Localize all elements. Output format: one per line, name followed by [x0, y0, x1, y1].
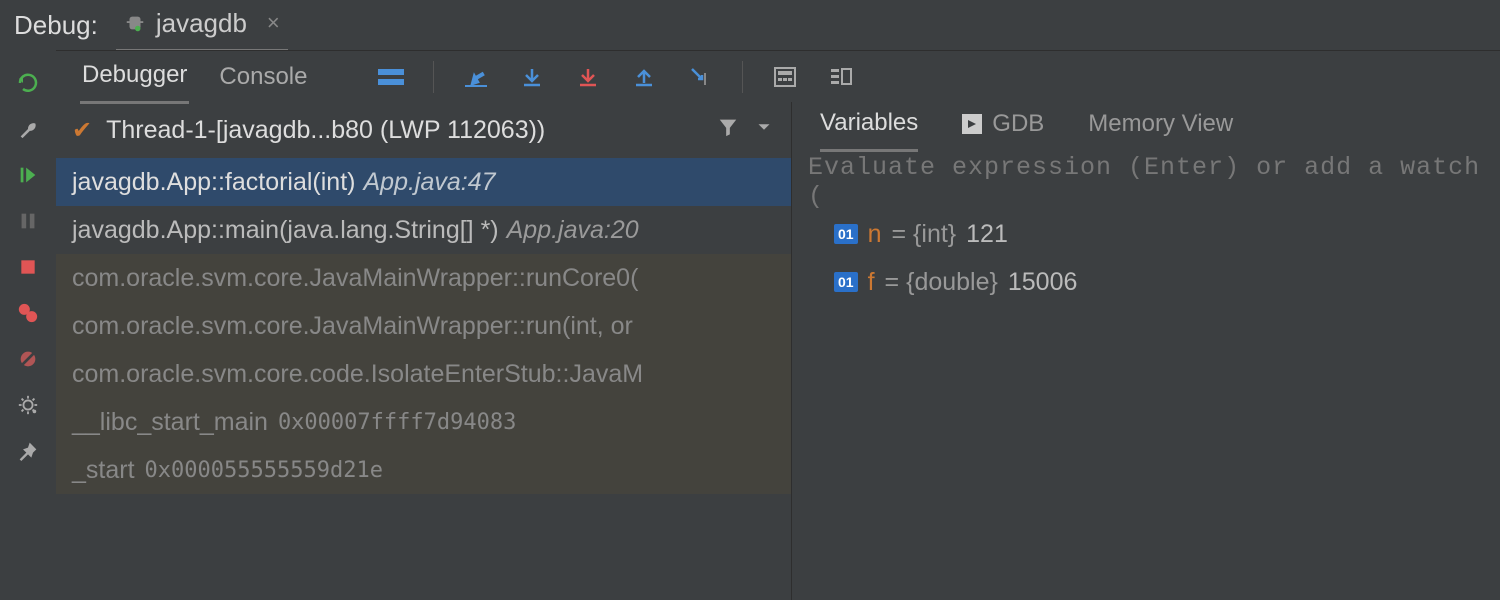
- step-into-icon[interactable]: [574, 63, 602, 91]
- run-config-tab[interactable]: javagdb ×: [116, 0, 288, 51]
- variable-row[interactable]: 01 f = {double} 15006: [792, 258, 1500, 306]
- primitive-badge-icon: 01: [834, 224, 858, 244]
- run-to-cursor-icon[interactable]: [686, 63, 714, 91]
- tab-variables[interactable]: Variables: [820, 109, 918, 152]
- rerun-icon[interactable]: [15, 70, 41, 96]
- settings-icon[interactable]: [15, 392, 41, 418]
- stack-frame[interactable]: javagdb.App::factorial(int)App.java:47: [56, 158, 791, 206]
- show-execution-point-icon[interactable]: [462, 63, 490, 91]
- tab-console[interactable]: Console: [217, 51, 309, 103]
- pause-icon[interactable]: [15, 208, 41, 234]
- stack-frame[interactable]: _start0x000055555559d21e: [56, 446, 791, 494]
- layout-icon[interactable]: [377, 63, 405, 91]
- tab-debugger[interactable]: Debugger: [80, 49, 189, 104]
- chevron-down-icon[interactable]: [753, 116, 775, 144]
- evaluate-icon[interactable]: [771, 63, 799, 91]
- tab-memory-view[interactable]: Memory View: [1088, 110, 1233, 150]
- stack-frame[interactable]: com.oracle.svm.core.JavaMainWrapper::run…: [56, 302, 791, 350]
- evaluate-input[interactable]: Evaluate expression (Enter) or add a wat…: [792, 158, 1500, 206]
- primitive-badge-icon: 01: [834, 272, 858, 292]
- run-config-name: javagdb: [156, 8, 247, 39]
- variables-panel: Variables GDB Memory View Evaluate expre…: [791, 102, 1500, 600]
- variable-row[interactable]: 01 n = {int} 121: [792, 210, 1500, 258]
- step-over-icon[interactable]: [518, 63, 546, 91]
- bug-icon: [124, 12, 146, 34]
- thread-selector[interactable]: ✔ Thread-1-[javagdb...b80 (LWP 112063)): [56, 102, 791, 158]
- pin-icon[interactable]: [15, 438, 41, 464]
- frames-panel: ✔ Thread-1-[javagdb...b80 (LWP 112063)) …: [56, 102, 791, 600]
- close-icon[interactable]: ×: [267, 10, 280, 36]
- mute-breakpoints-icon[interactable]: [15, 346, 41, 372]
- stop-icon[interactable]: [15, 254, 41, 280]
- resume-icon[interactable]: [15, 162, 41, 188]
- thread-label: Thread-1-[javagdb...b80 (LWP 112063)): [106, 116, 545, 145]
- frame-list: javagdb.App::factorial(int)App.java:47 j…: [56, 158, 791, 600]
- filter-icon[interactable]: [717, 116, 739, 144]
- stack-frame[interactable]: __libc_start_main0x00007ffff7d94083: [56, 398, 791, 446]
- debug-gutter: [0, 50, 56, 600]
- trace-icon[interactable]: [827, 63, 855, 91]
- stack-frame[interactable]: com.oracle.svm.core.JavaMainWrapper::run…: [56, 254, 791, 302]
- debugger-toolbar: Debugger Console: [56, 50, 1500, 102]
- stack-frame[interactable]: com.oracle.svm.core.code.IsolateEnterStu…: [56, 350, 791, 398]
- debug-label: Debug:: [14, 10, 98, 41]
- breakpoints-icon[interactable]: [15, 300, 41, 326]
- tab-gdb[interactable]: GDB: [962, 110, 1044, 150]
- stack-frame[interactable]: javagdb.App::main(java.lang.String[] *)A…: [56, 206, 791, 254]
- check-icon: ✔: [72, 116, 92, 145]
- wrench-icon[interactable]: [15, 116, 41, 142]
- step-out-icon[interactable]: [630, 63, 658, 91]
